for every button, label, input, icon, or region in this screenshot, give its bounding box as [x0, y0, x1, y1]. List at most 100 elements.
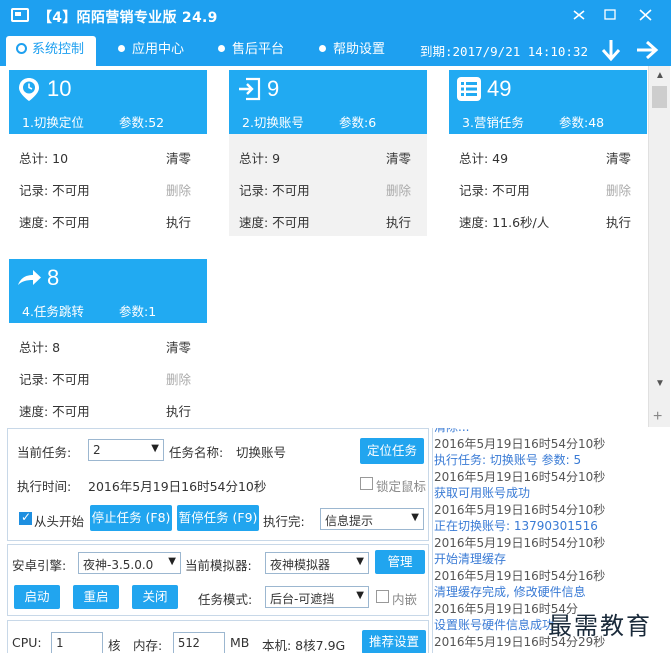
card-header: 10 1.切换定位 参数:52 [9, 70, 207, 134]
start-button[interactable]: 启动 [14, 585, 60, 609]
tab-system-control[interactable]: 系统控制 [6, 36, 97, 66]
task-card-area: 10 1.切换定位 参数:52 总计: 10 清零 记录: 不可用 删除 速度: 不… [0, 66, 648, 427]
execute-link[interactable]: 执行 [606, 212, 631, 231]
reset-link[interactable]: 清零 [166, 337, 191, 356]
card-count: 10 [47, 76, 72, 101]
execute-link[interactable]: 执行 [166, 212, 191, 231]
locate-task-button[interactable]: 定位任务 [360, 438, 424, 464]
embed-label: 内嵌 [392, 592, 418, 607]
task-card[interactable]: 10 1.切换定位 参数:52 总计: 10 清零 记录: 不可用 删除 速度: 不… [9, 70, 207, 236]
plus-icon[interactable]: + [653, 408, 662, 426]
on-complete-label: 执行完: [263, 514, 305, 529]
emulator-label: 当前模拟器: [185, 558, 252, 573]
embed-checkbox[interactable] [376, 590, 389, 603]
task-card[interactable]: 49 3.营销任务 参数:48 总计: 49 清零 记录: 不可用 删除 速度: 1… [449, 70, 647, 236]
exec-time-label: 执行时间: [17, 479, 72, 494]
task-mode-value: 后台-可遮挡 [270, 592, 335, 606]
speed-label: 速度: 不可用 [19, 404, 90, 419]
nav-bar: 系统控制 应用中心 售后平台 帮助设置 到期:2017/9/21 14:10:3… [0, 32, 671, 66]
recommend-settings-button[interactable]: 推荐设置 [362, 630, 426, 653]
restart-button[interactable]: 重启 [73, 585, 119, 609]
card-name: 4.任务跳转 [22, 304, 84, 319]
maximize-button[interactable] [596, 3, 624, 27]
speed-row: 速度: 11.6秒/人 执行 [459, 212, 639, 232]
title-bar: 【4】陌陌营销专业版 24.9 [0, 0, 671, 32]
tab-label: 应用中心 [132, 42, 185, 57]
task-card[interactable]: 8 4.任务跳转 参数:1 总计: 8 清零 记录: 不可用 删除 速度: 不可用 执… [9, 259, 207, 425]
chevron-down-icon: ▼ [411, 512, 419, 523]
total-label: 总计: 10 [19, 151, 69, 166]
chevron-down-icon: ▼ [168, 556, 176, 567]
execute-link[interactable]: 执行 [166, 401, 191, 420]
lock-mouse-checkbox[interactable] [360, 477, 373, 490]
forward-button[interactable] [634, 37, 660, 63]
download-button[interactable] [598, 37, 624, 63]
expire-date: 到期:2017/9/21 14:10:32 [420, 44, 588, 59]
total-label: 总计: 49 [459, 151, 509, 166]
total-label: 总计: 9 [239, 151, 281, 166]
tab-help-settings[interactable]: 帮助设置 [319, 36, 385, 66]
card-header: 49 3.营销任务 参数:48 [449, 70, 647, 134]
on-complete-select[interactable]: 信息提示 ▼ [320, 508, 424, 530]
scroll-up-icon[interactable]: ▲ [654, 70, 666, 82]
task-card[interactable]: 9 2.切换账号 参数:6 总计: 9 清零 记录: 不可用 删除 速度: 不可用 执… [229, 70, 427, 236]
record-label: 记录: 不可用 [19, 183, 90, 198]
delete-link[interactable]: 删除 [166, 369, 191, 388]
pause-task-button[interactable]: 暂停任务 (F9) [177, 505, 259, 531]
scroll-down-icon[interactable]: ▼ [654, 378, 666, 390]
log-timestamp: 2016年5月19日16时54分10秒 [434, 436, 606, 451]
close-engine-button[interactable]: 关闭 [132, 585, 178, 609]
speed-label: 速度: 11.6秒/人 [459, 215, 550, 230]
host-spec: 本机: 8核7.9G [262, 638, 346, 653]
card-header: 8 4.任务跳转 参数:1 [9, 259, 207, 323]
minimize-button[interactable] [565, 3, 593, 27]
stop-task-button[interactable]: 停止任务 (F8) [90, 505, 172, 531]
log-timestamp: 2016年5月19日16时54分10秒 [434, 535, 606, 550]
arrow-right-icon [637, 40, 659, 60]
log-message: 清除... [433, 428, 671, 436]
bullet-icon [118, 45, 125, 52]
card-name: 1.切换定位 [22, 115, 84, 130]
record-row: 记录: 不可用 删除 [239, 180, 419, 200]
window-title: 【4】陌陌营销专业版 24.9 [38, 10, 218, 26]
reset-link[interactable]: 清零 [166, 148, 191, 167]
record-row: 记录: 不可用 删除 [459, 180, 639, 200]
close-button[interactable] [632, 3, 660, 27]
engine-select[interactable]: 夜神-3.5.0.0 ▼ [78, 552, 181, 574]
login-icon [239, 77, 261, 101]
radio-dot-icon [16, 43, 27, 54]
tab-app-center[interactable]: 应用中心 [118, 36, 184, 66]
share-arrow-icon [18, 270, 41, 285]
record-label: 记录: 不可用 [459, 183, 530, 198]
current-task-label: 当前任务: [17, 445, 72, 460]
card-count: 9 [267, 76, 280, 101]
speed-row: 速度: 不可用 执行 [19, 401, 199, 421]
tab-label: 帮助设置 [333, 42, 386, 57]
log-timestamp: 2016年5月19日16时54分16秒 [434, 568, 606, 583]
emulator-select[interactable]: 夜神模拟器 ▼ [265, 552, 369, 574]
bullet-icon [319, 45, 326, 52]
card-area-scrollbar[interactable]: ▲ ▼ + [648, 66, 670, 427]
reset-link[interactable]: 清零 [606, 148, 631, 167]
lock-mouse-label: 锁定鼠标 [376, 479, 427, 494]
memory-input[interactable]: 512 [173, 632, 225, 653]
delete-link[interactable]: 删除 [606, 180, 631, 199]
delete-link[interactable]: 删除 [166, 180, 191, 199]
reset-link[interactable]: 清零 [386, 148, 411, 167]
log-timestamp: 2016年5月19日16时54分10秒 [434, 502, 606, 517]
current-task-select[interactable]: 2 ▼ [88, 439, 164, 461]
card-param: 参数:6 [339, 115, 377, 130]
manage-button[interactable]: 管理 [375, 550, 425, 574]
chevron-down-icon: ▼ [356, 556, 364, 567]
execute-link[interactable]: 执行 [386, 212, 411, 231]
scroll-thumb[interactable] [652, 86, 667, 108]
tab-after-sales[interactable]: 售后平台 [218, 36, 284, 66]
delete-link[interactable]: 删除 [386, 180, 411, 199]
exec-time-value: 2016年5月19日16时54分10秒 [88, 479, 267, 494]
card-name: 3.营销任务 [462, 115, 524, 130]
record-label: 记录: 不可用 [239, 183, 310, 198]
card-header: 9 2.切换账号 参数:6 [229, 70, 427, 134]
cpu-input[interactable]: 1 [51, 632, 103, 653]
task-mode-select[interactable]: 后台-可遮挡 ▼ [265, 586, 369, 608]
from-start-checkbox[interactable] [19, 510, 32, 525]
